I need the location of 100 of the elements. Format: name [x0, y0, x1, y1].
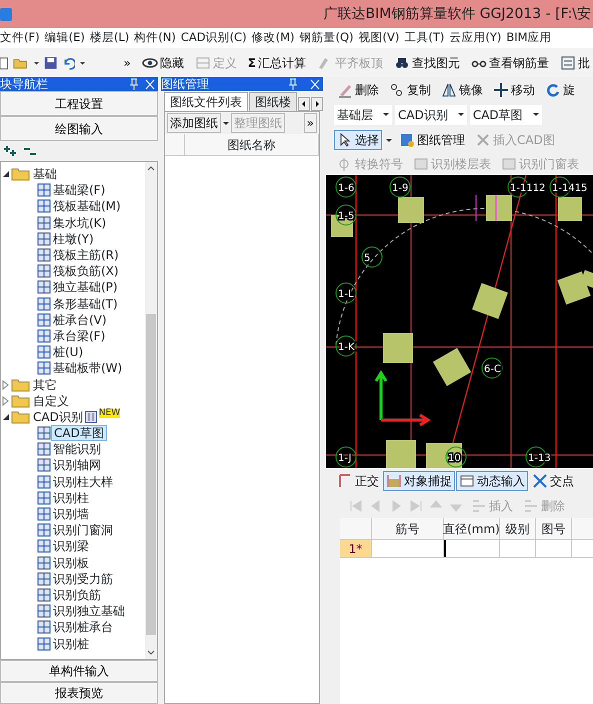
- tab[interactable]: 图纸楼: [249, 92, 297, 111]
- close-icon[interactable]: [310, 78, 320, 90]
- toolbar-button[interactable]: 正交: [334, 470, 382, 490]
- tree-group-label[interactable]: 其它: [31, 378, 59, 392]
- tree-item[interactable]: 基础板带(W): [51, 361, 124, 376]
- expanded-arrow-icon[interactable]: [1, 412, 11, 422]
- collapse-all-icon[interactable]: [23, 145, 37, 157]
- nav-button[interactable]: 报表预览: [0, 682, 158, 704]
- tree-item[interactable]: 基础梁(F): [51, 183, 108, 198]
- tree-item[interactable]: 识别柱: [51, 490, 91, 505]
- tree-group-label[interactable]: 自定义: [31, 394, 71, 408]
- table-icon: [501, 156, 517, 172]
- tree-item[interactable]: 集水坑(K): [51, 216, 108, 230]
- nav-button[interactable]: 工程设置: [0, 91, 158, 116]
- close-icon[interactable]: [145, 78, 155, 90]
- toolbar-button[interactable]: 复制: [386, 80, 434, 100]
- scroll-left-icon[interactable]: [298, 97, 310, 111]
- menu-item[interactable]: BIM应用: [506, 29, 552, 47]
- panel-title: 图纸管理: [161, 77, 209, 91]
- menu-item[interactable]: 编辑(E): [44, 29, 85, 47]
- nav-button[interactable]: 单构件输入: [0, 660, 158, 682]
- dropdown-field[interactable]: CAD识别: [395, 105, 467, 125]
- overflow-button[interactable]: »: [120, 52, 134, 72]
- tree-group-label[interactable]: CAD识别: [31, 410, 85, 424]
- tree-item[interactable]: 智能识别: [51, 442, 103, 456]
- tree-item[interactable]: 筏板基础(M): [51, 199, 123, 214]
- overflow-button[interactable]: »: [304, 113, 317, 133]
- tree-item[interactable]: 独立基础(P): [51, 280, 120, 294]
- list-icon: [560, 54, 576, 70]
- component-icon: [37, 490, 51, 505]
- collapsed-arrow-icon[interactable]: [1, 380, 11, 390]
- panel-title: 块导航栏: [0, 77, 48, 91]
- expanded-arrow-icon[interactable]: [1, 169, 11, 180]
- nav-button[interactable]: 绘图输入: [0, 116, 158, 141]
- tree-item[interactable]: 识别独立基础: [51, 604, 127, 618]
- menu-item[interactable]: 文件(F): [0, 29, 40, 47]
- menu-item[interactable]: 钢筋量(Q): [299, 29, 354, 47]
- scroll-right-icon[interactable]: [311, 97, 323, 111]
- column-header: 图号: [536, 518, 572, 539]
- toolbar-button[interactable]: 镜像: [438, 80, 486, 100]
- toolbar-button[interactable]: 添加图纸: [167, 113, 221, 133]
- tree-item[interactable]: 识别轴网: [51, 458, 103, 472]
- tree-item[interactable]: 识别桩: [51, 636, 91, 651]
- component-icon: [37, 264, 51, 278]
- toolbar-button[interactable]: 查找图元: [390, 52, 463, 72]
- toolbar-button[interactable]: 对象捕捉: [383, 470, 455, 490]
- tab[interactable]: 图纸文件列表: [164, 92, 248, 111]
- menu-item[interactable]: 云应用(Y): [449, 29, 502, 47]
- save-icon[interactable]: [44, 54, 57, 70]
- tree-item[interactable]: 柱墩(Y): [51, 232, 96, 246]
- component-icon: [37, 636, 51, 651]
- toolbar-button[interactable]: 旋: [542, 80, 578, 100]
- tree-item[interactable]: 筏板主筋(R): [51, 248, 121, 262]
- toolbar-button[interactable]: 交点: [529, 470, 577, 490]
- tree-item[interactable]: 条形基础(T): [51, 296, 120, 311]
- table-icon: [413, 156, 429, 172]
- table-cell[interactable]: [444, 540, 500, 557]
- toolbar-button[interactable]: 图纸管理: [396, 130, 468, 150]
- tree-item[interactable]: 识别门窗洞: [51, 523, 115, 538]
- toolbar-button[interactable]: 查看钢筋量: [468, 52, 552, 72]
- tree-item[interactable]: 识别墙: [51, 507, 91, 522]
- scrollbar-thumb[interactable]: [146, 314, 156, 635]
- expand-all-icon[interactable]: [3, 145, 17, 157]
- tree-item[interactable]: 桩承台(V): [51, 312, 109, 327]
- tree-item[interactable]: 识别负筋: [51, 588, 103, 602]
- tree-group-label[interactable]: 基础: [31, 167, 59, 182]
- axis-label: 10: [448, 453, 461, 464]
- menu-item[interactable]: CAD识别(C): [180, 29, 247, 47]
- tree-item[interactable]: CAD草图: [51, 425, 107, 442]
- tree-item[interactable]: 识别柱大样: [51, 474, 115, 489]
- toolbar-button[interactable]: 隐藏: [138, 52, 187, 72]
- tree-item[interactable]: 承台梁(F): [51, 328, 108, 343]
- component-icon: [37, 232, 51, 246]
- dropdown-field[interactable]: 基础层: [334, 105, 392, 125]
- toolbar-button[interactable]: 动态输入: [456, 470, 528, 490]
- dropdown-field[interactable]: CAD草图: [470, 105, 542, 125]
- menu-item[interactable]: 视图(V): [358, 29, 400, 47]
- tree-item[interactable]: 筏板负筋(X): [51, 264, 121, 278]
- menu-item[interactable]: 修改(M): [252, 29, 294, 47]
- menu-item[interactable]: 构件(N): [134, 29, 176, 47]
- dynamic-input-icon: [459, 472, 475, 488]
- toolbar-button[interactable]: 删除: [334, 80, 382, 100]
- tree-item[interactable]: 桩(U): [51, 345, 86, 360]
- toolbar-button[interactable]: Σ 汇总计算: [244, 52, 309, 72]
- tree-item[interactable]: 识别桩承台: [51, 620, 115, 634]
- component-icon: [37, 296, 51, 311]
- toolbar-button[interactable]: 批: [556, 52, 593, 72]
- axis-label: 1-J: [338, 453, 352, 464]
- tree-item[interactable]: 识别受力筋: [51, 572, 115, 586]
- pin-icon[interactable]: [288, 78, 298, 90]
- axis-label: 1-9: [392, 183, 408, 194]
- toolbar-button[interactable]: 移动: [490, 80, 538, 100]
- toolbar-button[interactable]: 选择: [334, 130, 382, 150]
- pin-icon[interactable]: [129, 78, 139, 90]
- menu-item[interactable]: 楼层(L): [90, 29, 130, 47]
- tree-item[interactable]: 识别梁: [51, 539, 91, 554]
- collapsed-arrow-icon[interactable]: [1, 396, 11, 406]
- new-file-icon[interactable]: [0, 54, 8, 70]
- tree-item[interactable]: 识别板: [51, 556, 91, 570]
- menu-item[interactable]: 工具(T): [404, 29, 444, 47]
